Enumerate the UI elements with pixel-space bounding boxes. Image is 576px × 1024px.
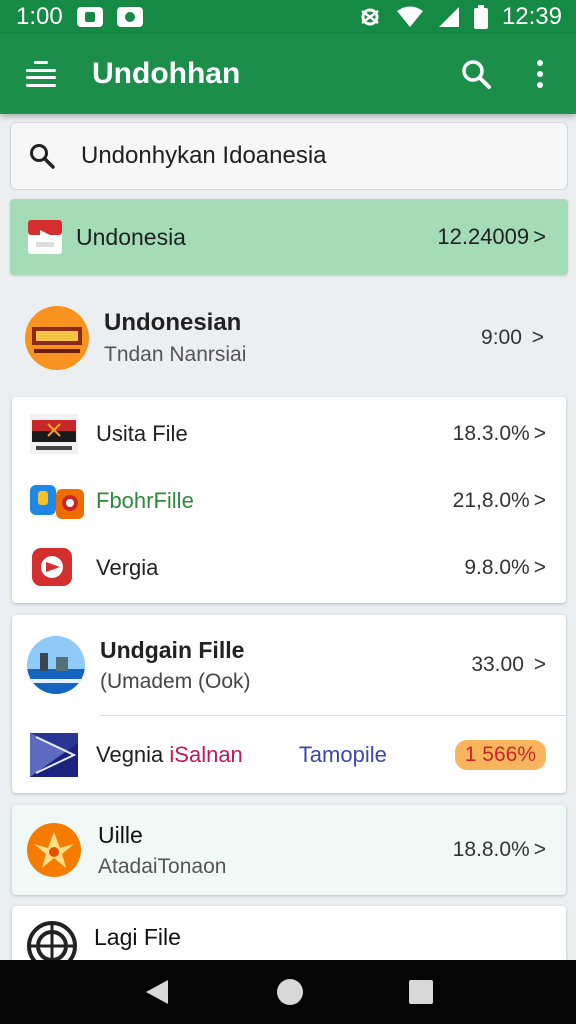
- avatar: [25, 306, 89, 370]
- item-label: Usita File: [96, 421, 188, 446]
- item-title: Lagi File: [94, 924, 181, 950]
- status-time-right: 12:39: [501, 3, 562, 30]
- item-label: Vegnia iSalnan: [96, 741, 243, 767]
- item-type: Tamopile: [298, 741, 387, 767]
- item-label: Vergia: [96, 555, 159, 580]
- chevron-right-icon: >: [533, 653, 546, 676]
- more-options-icon[interactable]: [520, 54, 560, 94]
- file-detail-card: Undgain Fille (Umadem (Ook) 33.00 > Vegn…: [12, 615, 566, 793]
- item-value: 9:00 >: [481, 326, 544, 349]
- navigation-bar: [0, 960, 576, 1024]
- item-value: 18.8.0% >: [452, 838, 546, 861]
- flag-file-icon: [30, 414, 78, 454]
- item-label: FbohrFille: [96, 488, 194, 513]
- item-subtitle: Tndan Nanrsiai: [104, 343, 247, 366]
- item-value: 9.8.0% >: [464, 556, 546, 579]
- chevron-right-icon: >: [533, 556, 546, 579]
- list-item[interactable]: Vergia 9.8.0% >: [12, 535, 566, 601]
- emblem-avatar: [27, 921, 77, 960]
- video-file-icon: [32, 548, 72, 586]
- item-title: Undgain Fille: [100, 636, 245, 663]
- bluetooth-icon: [361, 8, 379, 26]
- recents-icon[interactable]: [408, 979, 434, 1005]
- list-item-undonesian[interactable]: Undonesian Tndan Nanrsiai 9:00 >: [10, 290, 568, 386]
- battery-icon: [473, 5, 488, 29]
- item-value: 18.3.0% >: [452, 422, 546, 445]
- search-button[interactable]: [456, 54, 496, 94]
- chevron-right-icon: >: [531, 326, 544, 349]
- home-icon[interactable]: [275, 977, 305, 1007]
- item-subtitle: AtadaiTonaon: [98, 854, 227, 878]
- list-item[interactable]: Lagi File: [12, 906, 566, 960]
- highlight-label: Undonesia: [76, 223, 186, 250]
- chevron-right-icon: >: [533, 489, 546, 512]
- item-title: Undonesian: [104, 309, 242, 336]
- percentage-badge: 1 566%: [454, 739, 546, 770]
- list-item[interactable]: FbohrFille 21,8.0% >: [12, 467, 566, 535]
- flag-icon: [28, 220, 62, 254]
- photo-file-icon: [30, 485, 84, 519]
- menu-icon[interactable]: [26, 61, 56, 87]
- app-notification-icon: [116, 7, 143, 27]
- list-item[interactable]: Usita File 18.3.0% >: [12, 401, 566, 467]
- landscape-avatar: [27, 636, 85, 694]
- highlight-value: 12.24009 >: [437, 224, 546, 249]
- app-title: Undohhan: [92, 57, 241, 90]
- item-subtitle: (Umadem (Ook): [100, 669, 251, 693]
- chevron-right-icon: >: [533, 224, 546, 249]
- flower-avatar: [27, 823, 81, 877]
- item-title: Uille: [98, 821, 143, 848]
- chevron-right-icon: >: [533, 422, 546, 445]
- list-item[interactable]: Undgain Fille (Umadem (Ook) 33.00 >: [12, 615, 566, 715]
- search-input[interactable]: Undonhykan Idoanesia: [10, 122, 568, 190]
- list-item[interactable]: Uille AtadaiTonaon 18.8.0% >: [12, 805, 566, 895]
- search-text: Undonhykan Idoanesia: [81, 142, 327, 169]
- notification-icon: [76, 7, 103, 27]
- list-item[interactable]: Vegnia iSalnan Tamopile 1 566%: [12, 716, 566, 793]
- app-bar: Undohhan: [0, 34, 576, 114]
- highlight-row[interactable]: Undonesia 12.24009 >: [10, 199, 568, 275]
- status-bar: 1:00 12:39: [0, 0, 576, 34]
- status-time-left: 1:00: [16, 3, 63, 30]
- item-value: 21,8.0% >: [452, 489, 546, 512]
- signal-icon: [438, 7, 459, 27]
- wifi-icon: [396, 6, 423, 27]
- back-icon[interactable]: [142, 977, 172, 1007]
- search-icon: [462, 60, 491, 89]
- app-file-icon: [30, 732, 78, 777]
- item-value: 33.00 >: [471, 653, 546, 676]
- search-field-icon: [30, 144, 55, 169]
- file-list-card: Usita File 18.3.0% > FbohrFille 21,8.0% > …: [12, 397, 566, 603]
- chevron-right-icon: >: [533, 838, 546, 861]
